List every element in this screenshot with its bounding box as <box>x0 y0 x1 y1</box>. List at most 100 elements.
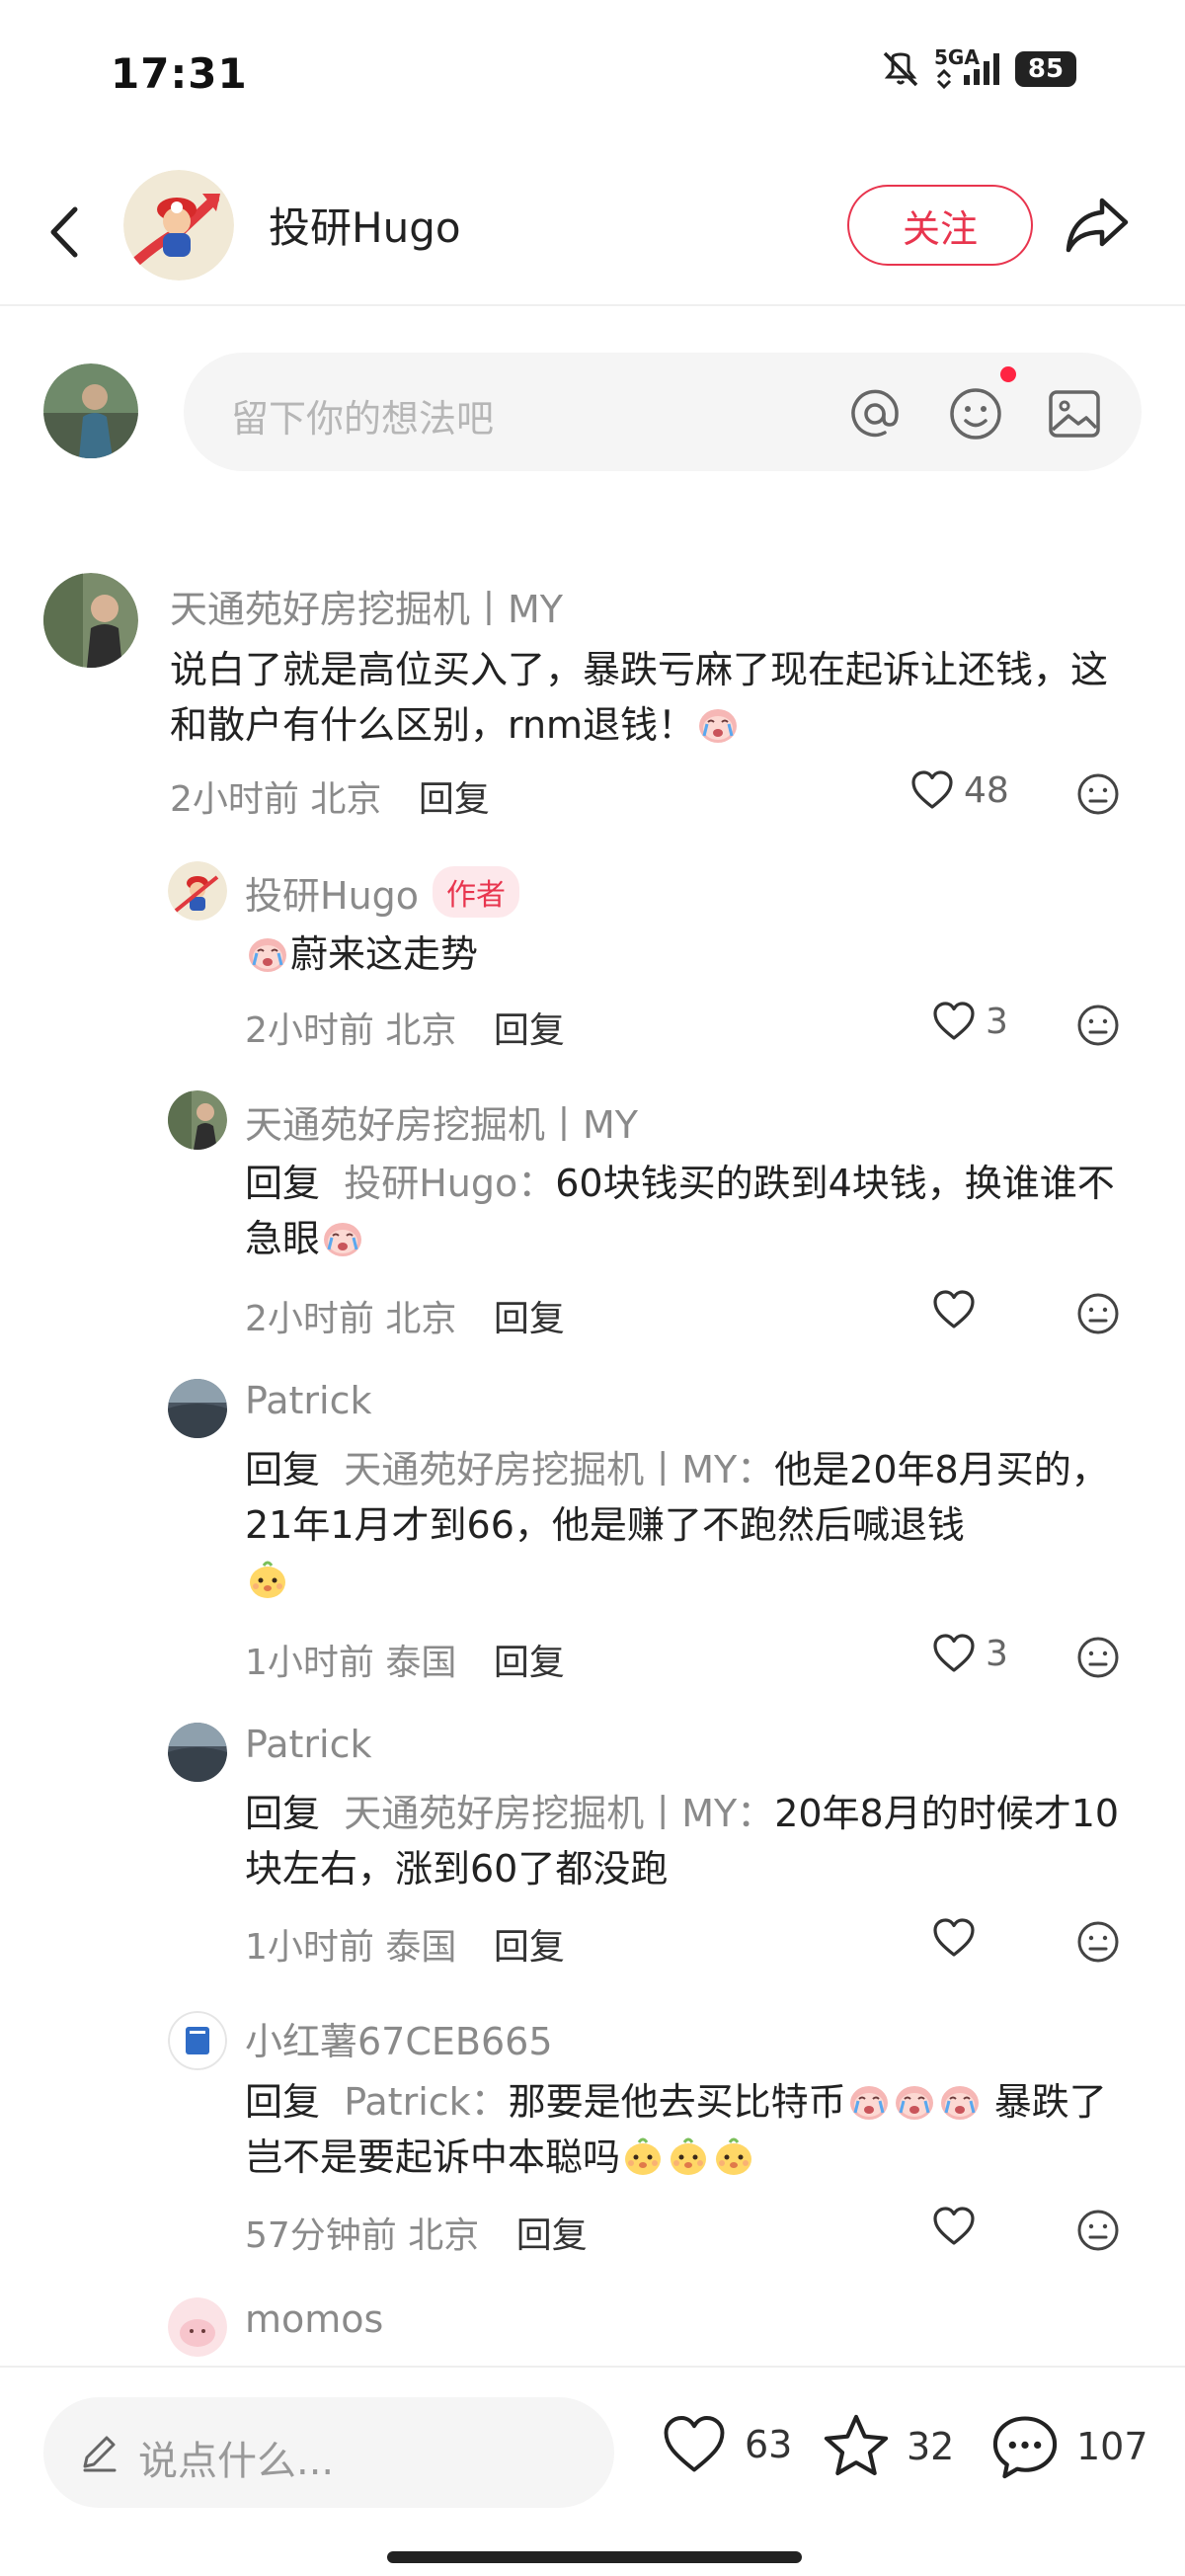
comment-location: 北京 <box>310 779 382 820</box>
comment-text: 说白了就是高位买入了，暴跌亏麻了现在起诉让还钱，这和散户有什么区别，rnm退钱！ <box>170 642 1118 753</box>
commenter-avatar[interactable] <box>168 2011 227 2070</box>
star-icon <box>824 2414 889 2475</box>
comment-time: 1小时前 <box>245 1927 374 1968</box>
back-icon[interactable] <box>40 198 89 267</box>
comment-time: 2小时前 <box>245 1299 374 1339</box>
post-like-button[interactable]: 63 <box>656 2409 792 2480</box>
status-time: 17:31 <box>111 49 248 98</box>
commenter-name[interactable]: 天通苑好房挖掘机丨MY <box>170 579 563 633</box>
heart-icon <box>930 998 978 1045</box>
comment-location: 北京 <box>385 1299 457 1339</box>
reply-button[interactable]: 回复 <box>494 1299 565 1339</box>
comment-text: 回复 天通苑好房挖掘机丨MY：20年8月的时候才10块左右，涨到60了都没跑 <box>245 1786 1144 1896</box>
my-avatar[interactable] <box>43 363 138 458</box>
comment-meta: 1小时前 泰国 回复 <box>245 1918 565 1970</box>
reply-button[interactable]: 回复 <box>419 779 490 820</box>
commenter-avatar[interactable] <box>168 2297 227 2357</box>
comment-text: 回复 天通苑好房挖掘机丨MY：他是20年8月买的，21年1月才到66，他是赚了不… <box>245 1442 1114 1608</box>
post-comment-button[interactable]: 107 <box>986 2409 1148 2484</box>
crying-emoji-icon <box>696 702 740 746</box>
like-count: 3 <box>986 1633 1008 1674</box>
comment-meta: 1小时前 泰国 回复 <box>245 1634 565 1685</box>
author-badge: 作者 <box>433 866 520 918</box>
comment-text-content: 蔚来这走势 <box>290 932 479 976</box>
like-button[interactable]: 3 <box>930 998 1008 1045</box>
crying-emoji-icon <box>246 931 289 975</box>
dislike-icon[interactable] <box>1074 2207 1122 2254</box>
author-avatar[interactable] <box>123 170 234 281</box>
comment-text: 蔚来这走势 <box>245 926 1134 982</box>
commenter-name[interactable]: 投研Hugo 作者 <box>245 865 520 920</box>
reply-button[interactable]: 回复 <box>494 1643 565 1683</box>
commenter-avatar[interactable] <box>43 573 138 668</box>
comment-location: 北京 <box>385 1010 457 1051</box>
reply-button[interactable]: 回复 <box>494 1010 565 1051</box>
like-count: 48 <box>964 769 1009 811</box>
yellow-emoji-icon <box>667 2134 710 2178</box>
commenter-name[interactable]: 小红薯67CEB665 <box>245 2011 553 2065</box>
reply-target[interactable]: 天通苑好房挖掘机丨MY： <box>344 1792 774 1835</box>
like-button[interactable]: 3 <box>930 1630 1008 1677</box>
reply-target[interactable]: 投研Hugo： <box>344 1162 555 1205</box>
like-button[interactable] <box>930 1286 978 1333</box>
dislike-icon[interactable] <box>1074 1290 1122 1337</box>
comment-meta: 2小时前 北京 回复 <box>245 1290 565 1341</box>
comment-meta: 2小时前 北京 回复 <box>170 770 490 822</box>
commenter-avatar[interactable] <box>168 861 227 921</box>
post-collect-count: 32 <box>907 2425 955 2468</box>
notification-dot <box>1000 366 1016 382</box>
dislike-icon[interactable] <box>1074 770 1122 818</box>
crying-emoji-icon <box>893 2079 936 2123</box>
post-like-count: 63 <box>745 2423 793 2466</box>
commenter-name-text: 投研Hugo <box>245 874 420 918</box>
bottom-comment-input[interactable]: 说点什么... <box>43 2397 614 2508</box>
like-button[interactable] <box>930 2203 978 2250</box>
status-bar: 17:31 5GA 85 <box>0 0 1185 148</box>
comment-meta: 57分钟前 北京 回复 <box>245 2207 588 2258</box>
comment-text: 回复 投研Hugo：60块钱买的跌到4块钱，换谁谁不急眼 <box>245 1156 1144 1266</box>
yellow-emoji-icon <box>712 2134 755 2178</box>
like-button[interactable]: 48 <box>908 766 1009 814</box>
home-indicator[interactable] <box>387 2551 802 2563</box>
heart-icon <box>930 2203 978 2250</box>
heart-icon <box>908 766 956 814</box>
commenter-avatar[interactable] <box>168 1379 227 1438</box>
commenter-name[interactable]: Patrick <box>245 1723 371 1766</box>
reply-prefix: 回复 <box>245 1792 321 1835</box>
yellow-emoji-icon <box>246 1558 289 1601</box>
comment-meta: 2小时前 北京 回复 <box>245 1002 565 1053</box>
comment-input[interactable]: 留下你的想法吧 <box>184 353 1142 471</box>
reply-prefix: 回复 <box>245 1448 321 1491</box>
emoji-icon[interactable] <box>944 382 1007 445</box>
like-button[interactable] <box>930 1914 978 1962</box>
reply-target[interactable]: 天通苑好房挖掘机丨MY： <box>344 1448 774 1491</box>
reply-prefix: 回复 <box>245 2080 321 2124</box>
reply-target[interactable]: Patrick： <box>344 2080 508 2124</box>
image-icon[interactable] <box>1043 382 1106 445</box>
commenter-name[interactable]: momos <box>245 2297 383 2341</box>
dislike-icon[interactable] <box>1074 1918 1122 1966</box>
commenter-name[interactable]: Patrick <box>245 1379 371 1422</box>
commenter-name[interactable]: 天通苑好房挖掘机丨MY <box>245 1094 638 1149</box>
dislike-icon[interactable] <box>1074 1634 1122 1681</box>
commenter-avatar[interactable] <box>168 1090 227 1150</box>
comment-location: 泰国 <box>385 1927 457 1968</box>
reply-button[interactable]: 回复 <box>516 2215 588 2256</box>
crying-emoji-icon <box>847 2079 891 2123</box>
heart-icon <box>664 2416 725 2472</box>
share-icon[interactable] <box>1063 193 1132 258</box>
post-comment-count: 107 <box>1076 2425 1148 2468</box>
follow-button[interactable]: 关注 <box>847 185 1033 266</box>
yellow-emoji-icon <box>621 2134 665 2178</box>
mention-icon[interactable] <box>843 382 907 445</box>
crying-emoji-icon <box>321 1216 364 1259</box>
dislike-icon[interactable] <box>1074 1002 1122 1049</box>
header-author-name[interactable]: 投研Hugo <box>269 195 461 255</box>
heart-icon <box>930 1914 978 1962</box>
reply-button[interactable]: 回复 <box>494 1927 565 1968</box>
battery-indicator: 85 <box>1015 51 1076 87</box>
commenter-avatar[interactable] <box>168 1723 227 1782</box>
comment-input-placeholder: 留下你的想法吧 <box>231 397 495 441</box>
signal-icon <box>936 53 999 89</box>
post-collect-button[interactable]: 32 <box>818 2409 954 2484</box>
